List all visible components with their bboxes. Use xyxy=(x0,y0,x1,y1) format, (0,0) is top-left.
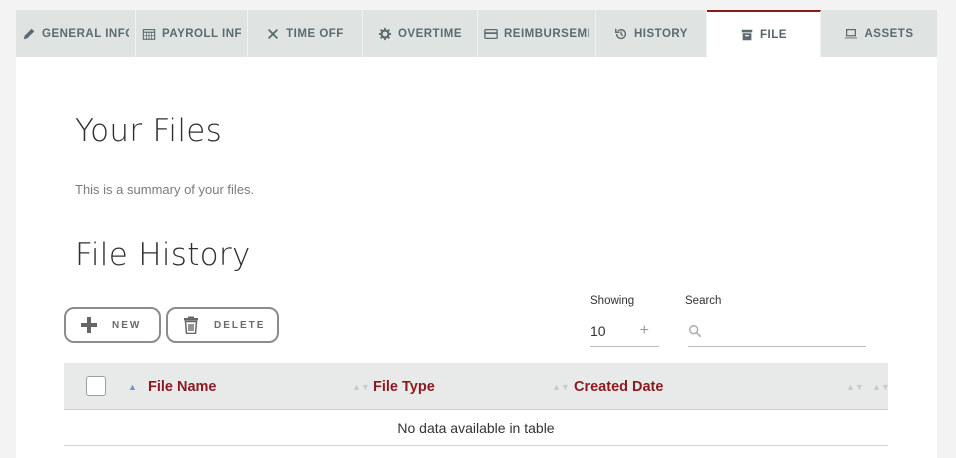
calendar-icon xyxy=(142,28,156,40)
tab-label: File xyxy=(760,28,787,41)
tab-label: History xyxy=(634,27,688,40)
column-header-file-name[interactable]: File Name xyxy=(148,363,217,410)
new-button-label: NEW xyxy=(112,319,142,331)
tab-label: General Info xyxy=(42,27,129,40)
search-icon xyxy=(689,324,702,337)
history-icon xyxy=(615,28,627,39)
file-panel: Your Files This is a summary of your fil… xyxy=(16,57,937,458)
page-size-select[interactable]: 10 + xyxy=(590,315,659,347)
tab-reimbursement[interactable]: Reimbursement xyxy=(478,10,596,57)
tab-bar: General Info Payroll Info Time Off Overt… xyxy=(16,10,937,57)
table-header: ▲ File Name ▲▼ File Type ▲▼ Created Date… xyxy=(64,363,890,410)
laptop-icon xyxy=(845,28,858,38)
tab-general-info[interactable]: General Info xyxy=(16,10,136,57)
file-history-title: File History xyxy=(75,237,251,273)
showing-label: Showing xyxy=(590,295,635,307)
tab-label: Time Off xyxy=(286,27,344,40)
your-files-title: Your Files xyxy=(75,113,223,149)
column-header-file-type[interactable]: File Type xyxy=(373,363,435,410)
page-size-value: 10 xyxy=(590,322,606,339)
tab-time-off[interactable]: Time Off xyxy=(248,10,363,57)
archive-icon xyxy=(741,29,753,40)
delete-button-label: DELETE xyxy=(214,319,266,331)
card-icon xyxy=(484,28,498,39)
tab-label: Reimbursement xyxy=(504,27,589,40)
trash-icon xyxy=(184,316,198,334)
tab-history[interactable]: History xyxy=(596,10,707,57)
sort-icon[interactable]: ▲▼ xyxy=(552,363,570,410)
tab-overtime[interactable]: Overtime xyxy=(363,10,478,57)
empty-table-message: No data available in table xyxy=(64,410,888,446)
tab-label: Overtime xyxy=(397,27,463,40)
delete-button[interactable]: DELETE xyxy=(166,307,279,343)
tab-file[interactable]: File xyxy=(707,10,821,57)
sort-icon[interactable]: ▲▼ xyxy=(872,363,890,410)
your-files-subtitle: This is a summary of your files. xyxy=(75,182,255,197)
file-history-table: ▲ File Name ▲▼ File Type ▲▼ Created Date… xyxy=(64,363,890,446)
tab-label: Assets xyxy=(864,27,914,40)
search-label: Search xyxy=(685,295,722,307)
search-field[interactable] xyxy=(688,315,866,347)
new-button[interactable]: NEW xyxy=(64,307,161,343)
tab-label: Payroll Info xyxy=(162,27,241,40)
column-header-created-date[interactable]: Created Date xyxy=(574,363,663,410)
select-all-checkbox[interactable] xyxy=(86,376,106,396)
tab-assets[interactable]: Assets xyxy=(821,10,937,57)
plus-icon xyxy=(81,317,97,333)
sort-icon[interactable]: ▲▼ xyxy=(846,363,864,410)
pencil-icon xyxy=(23,28,35,39)
gear-icon xyxy=(378,27,392,40)
sort-asc-icon[interactable]: ▲ xyxy=(128,363,137,410)
plus-icon[interactable]: + xyxy=(640,322,649,340)
tab-payroll-info[interactable]: Payroll Info xyxy=(136,10,248,57)
search-input[interactable] xyxy=(708,318,858,343)
sort-icon[interactable]: ▲▼ xyxy=(352,363,370,410)
plane-icon xyxy=(268,28,279,39)
